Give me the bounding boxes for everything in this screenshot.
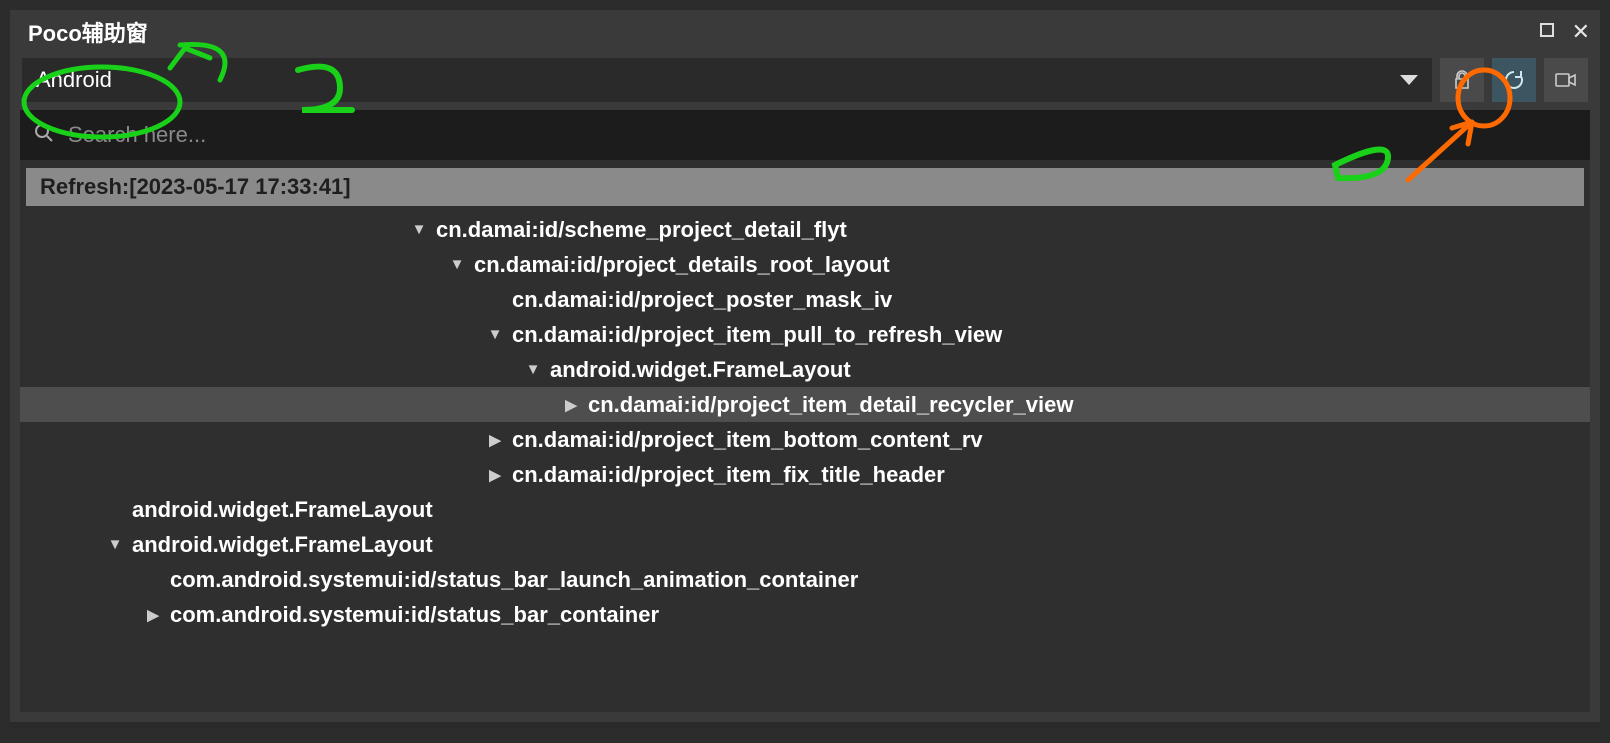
tree-node-label: com.android.systemui:id/status_bar_conta…: [170, 602, 659, 628]
expand-arrow-down-icon[interactable]: [408, 221, 430, 238]
refresh-tree-button[interactable]: [1492, 58, 1536, 102]
tree-node-label: cn.damai:id/project_poster_mask_iv: [512, 287, 892, 313]
camera-icon: [1555, 71, 1577, 89]
refresh-timestamp-bar: Refresh:[2023-05-17 17:33:41]: [26, 168, 1584, 206]
refresh-icon: [1503, 69, 1525, 91]
tree-node[interactable]: android.widget.FrameLayout: [20, 527, 1590, 562]
close-button[interactable]: ✕: [1572, 25, 1590, 39]
tree-node-label: com.android.systemui:id/status_bar_launc…: [170, 567, 858, 593]
tree-node-label: cn.damai:id/scheme_project_detail_flyt: [436, 217, 847, 243]
expand-arrow-down-icon[interactable]: [484, 326, 506, 343]
search-bar: [20, 110, 1590, 160]
tree-node-label: cn.damai:id/project_details_root_layout: [474, 252, 890, 278]
tree-node[interactable]: cn.damai:id/project_item_pull_to_refresh…: [20, 317, 1590, 352]
expand-arrow-down-icon[interactable]: [522, 361, 544, 378]
expand-arrow-right-icon[interactable]: [560, 396, 582, 414]
tree-node[interactable]: com.android.systemui:id/status_bar_conta…: [20, 597, 1590, 632]
platform-dropdown-value: Android: [36, 67, 112, 93]
platform-dropdown[interactable]: Android: [22, 58, 1432, 102]
expand-arrow-right-icon[interactable]: [142, 606, 164, 624]
tree-node[interactable]: android.widget.FrameLayout: [20, 352, 1590, 387]
tree-node[interactable]: cn.damai:id/project_item_fix_title_heade…: [20, 457, 1590, 492]
tree-node[interactable]: cn.damai:id/project_item_bottom_content_…: [20, 422, 1590, 457]
tree-node-label: cn.damai:id/project_item_detail_recycler…: [588, 392, 1073, 418]
expand-arrow-down-icon[interactable]: [104, 536, 126, 553]
search-icon: [34, 123, 54, 148]
tree-node[interactable]: cn.damai:id/project_poster_mask_iv: [20, 282, 1590, 317]
lock-button[interactable]: [1440, 58, 1484, 102]
window-title: Poco辅助窗: [28, 16, 148, 48]
expand-arrow-down-icon[interactable]: [446, 256, 468, 273]
tree-node-label: android.widget.FrameLayout: [132, 497, 433, 523]
toolbar: Android: [10, 52, 1600, 110]
content-area: Refresh:[2023-05-17 17:33:41] cn.damai:i…: [20, 110, 1590, 712]
expand-arrow-right-icon[interactable]: [484, 431, 506, 449]
tree-node-label: android.widget.FrameLayout: [132, 532, 433, 558]
title-bar: Poco辅助窗 ✕: [10, 10, 1600, 52]
chevron-down-icon: [1400, 75, 1418, 85]
tree-node[interactable]: cn.damai:id/project_item_detail_recycler…: [20, 387, 1590, 422]
maximize-button[interactable]: [1540, 23, 1554, 42]
tree-node[interactable]: cn.damai:id/scheme_project_detail_flyt: [20, 212, 1590, 247]
expand-arrow-right-icon[interactable]: [484, 466, 506, 484]
tree-node-label: cn.damai:id/project_item_bottom_content_…: [512, 427, 983, 453]
tree-node[interactable]: com.android.systemui:id/status_bar_launc…: [20, 562, 1590, 597]
hierarchy-tree[interactable]: cn.damai:id/scheme_project_detail_flytcn…: [20, 210, 1590, 712]
record-button[interactable]: [1544, 58, 1588, 102]
tree-node-label: cn.damai:id/project_item_pull_to_refresh…: [512, 322, 1002, 348]
lock-icon: [1452, 70, 1472, 90]
footer-divider: [10, 722, 1600, 728]
tree-node[interactable]: cn.damai:id/project_details_root_layout: [20, 247, 1590, 282]
tree-node-label: cn.damai:id/project_item_fix_title_heade…: [512, 462, 945, 488]
maximize-icon: [1540, 23, 1554, 37]
tree-node[interactable]: android.widget.FrameLayout: [20, 492, 1590, 527]
tree-node-label: android.widget.FrameLayout: [550, 357, 851, 383]
search-input[interactable]: [68, 122, 1576, 148]
